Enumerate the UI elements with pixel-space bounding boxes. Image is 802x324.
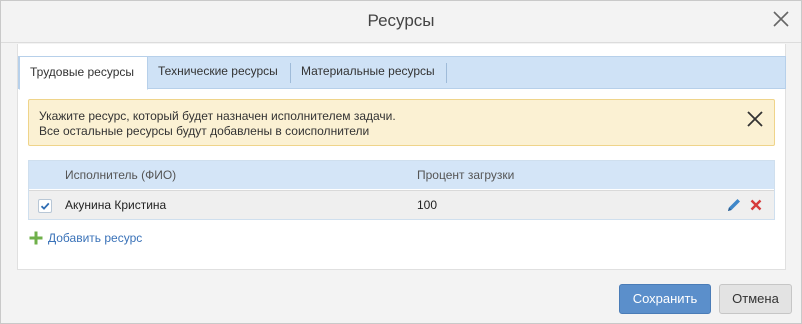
dialog-close-button[interactable]: [769, 7, 793, 31]
dialog-header: Ресурсы: [1, 1, 801, 43]
table-row[interactable]: Акунина Кристина 100: [29, 190, 774, 219]
pencil-icon: [728, 199, 740, 211]
tab-bar: Трудовые ресурсы Технические ресурсы Мат…: [18, 56, 786, 90]
tab-separator: [446, 63, 447, 83]
tab-labor-resources[interactable]: Трудовые ресурсы: [19, 56, 148, 90]
cell-executor-name: Акунина Кристина: [65, 198, 167, 212]
dialog-body: Трудовые ресурсы Технические ресурсы Мат…: [17, 44, 786, 270]
delete-button[interactable]: [749, 198, 763, 212]
dialog-title: Ресурсы: [367, 11, 435, 30]
info-alert: Укажите ресурс, который будет назначен и…: [28, 99, 775, 146]
cell-load-percent: 100: [417, 198, 438, 212]
column-header-executor[interactable]: Исполнитель (ФИО): [65, 161, 176, 189]
alert-text: Укажите ресурс, который будет назначен и…: [39, 109, 396, 139]
resources-dialog: Ресурсы Трудовые ресурсы Технические рес…: [0, 0, 802, 324]
add-resource-label: Добавить ресурс: [48, 231, 143, 245]
row-checkbox[interactable]: [38, 199, 52, 213]
alert-line-2: Все остальные ресурсы будут добавлены в …: [39, 124, 370, 138]
edit-button[interactable]: [726, 197, 742, 213]
checkmark-icon: [40, 202, 50, 210]
tab-material-resources[interactable]: Материальные ресурсы: [291, 56, 447, 89]
plus-icon: [29, 231, 43, 245]
tab-label: Материальные ресурсы: [301, 64, 435, 78]
delete-x-icon: [750, 199, 762, 211]
save-button[interactable]: Сохранить: [619, 284, 711, 314]
alert-close-button[interactable]: [744, 108, 766, 130]
tab-label: Трудовые ресурсы: [30, 65, 134, 79]
close-icon: [747, 111, 763, 127]
tab-panel-labor: Укажите ресурс, который будет назначен и…: [18, 89, 786, 269]
close-icon: [773, 11, 789, 27]
tab-technical-resources[interactable]: Технические ресурсы: [148, 56, 291, 89]
resources-grid: Исполнитель (ФИО) Процент загрузки Акуни…: [28, 160, 775, 220]
tab-label: Технические ресурсы: [158, 64, 278, 78]
column-header-load[interactable]: Процент загрузки: [417, 161, 514, 189]
grid-header: Исполнитель (ФИО) Процент загрузки: [29, 161, 774, 189]
alert-line-1: Укажите ресурс, который будет назначен и…: [39, 109, 396, 123]
cancel-button[interactable]: Отмена: [719, 284, 792, 314]
